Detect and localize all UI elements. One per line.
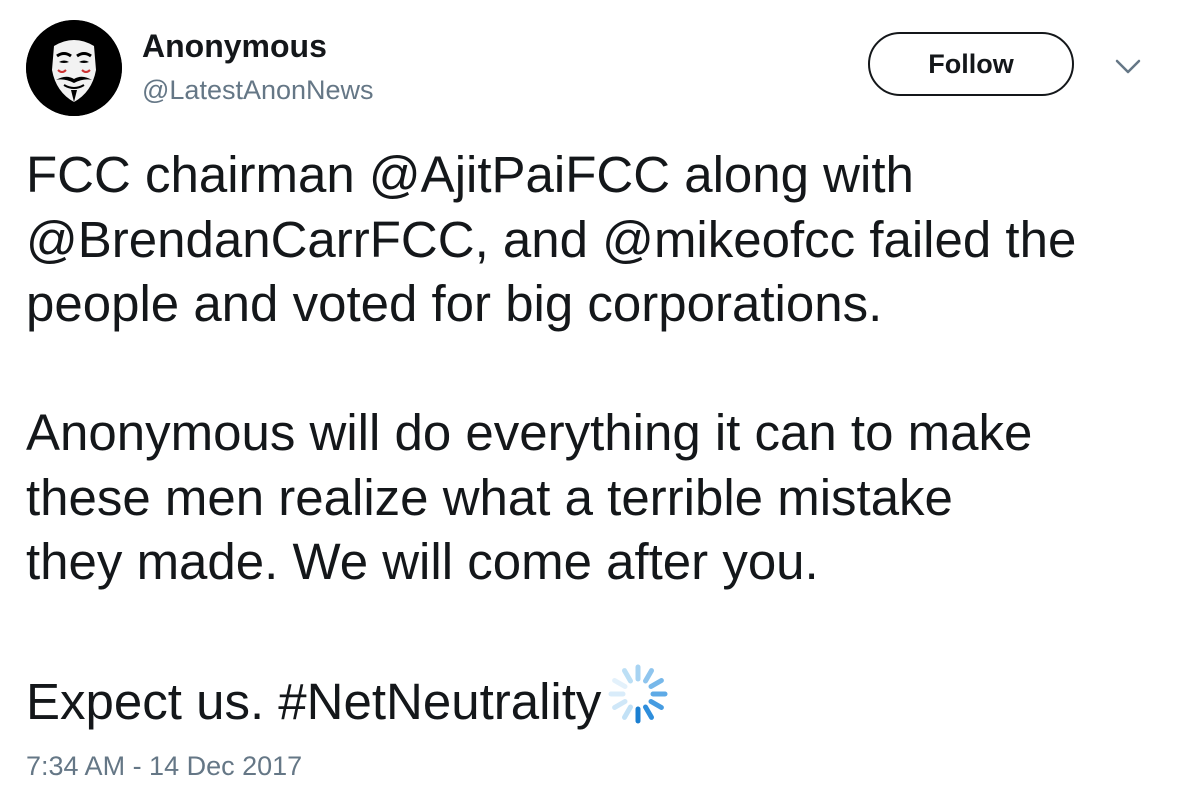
tweet-line-last: Expect us. #NetNeutrality xyxy=(26,659,1166,735)
tweet-line: these men realize what a terrible mistak… xyxy=(26,468,953,526)
user-handle[interactable]: @LatestAnonNews xyxy=(142,73,374,107)
tweet-line: @BrendanCarrFCC, and @mikeofcc failed th… xyxy=(26,210,1077,268)
guy-fawkes-mask-icon xyxy=(26,20,122,116)
tweet-line: they made. We will come after you. xyxy=(26,533,819,590)
avatar[interactable] xyxy=(26,20,122,116)
tweet-timestamp[interactable]: 7:34 AM - 14 Dec 2017 xyxy=(26,748,302,784)
chevron-down-icon[interactable] xyxy=(1114,56,1142,78)
tweet-line: FCC chairman @AjitPaiFCC along with xyxy=(26,146,914,203)
tweet-line: people and voted for big corporations. xyxy=(26,275,883,332)
tweet-line: Expect us. #NetNeutrality xyxy=(26,673,602,730)
loading-spinner-icon xyxy=(603,659,673,729)
display-name[interactable]: Anonymous xyxy=(142,26,327,66)
tweet-line: Anonymous will do everything it can to m… xyxy=(26,404,1033,461)
tweet-text: FCC chairman @AjitPaiFCC along with @Bre… xyxy=(26,143,1166,735)
follow-button[interactable]: Follow xyxy=(868,32,1074,96)
tweet-card: Anonymous @LatestAnonNews Follow FCC cha… xyxy=(0,0,1178,790)
